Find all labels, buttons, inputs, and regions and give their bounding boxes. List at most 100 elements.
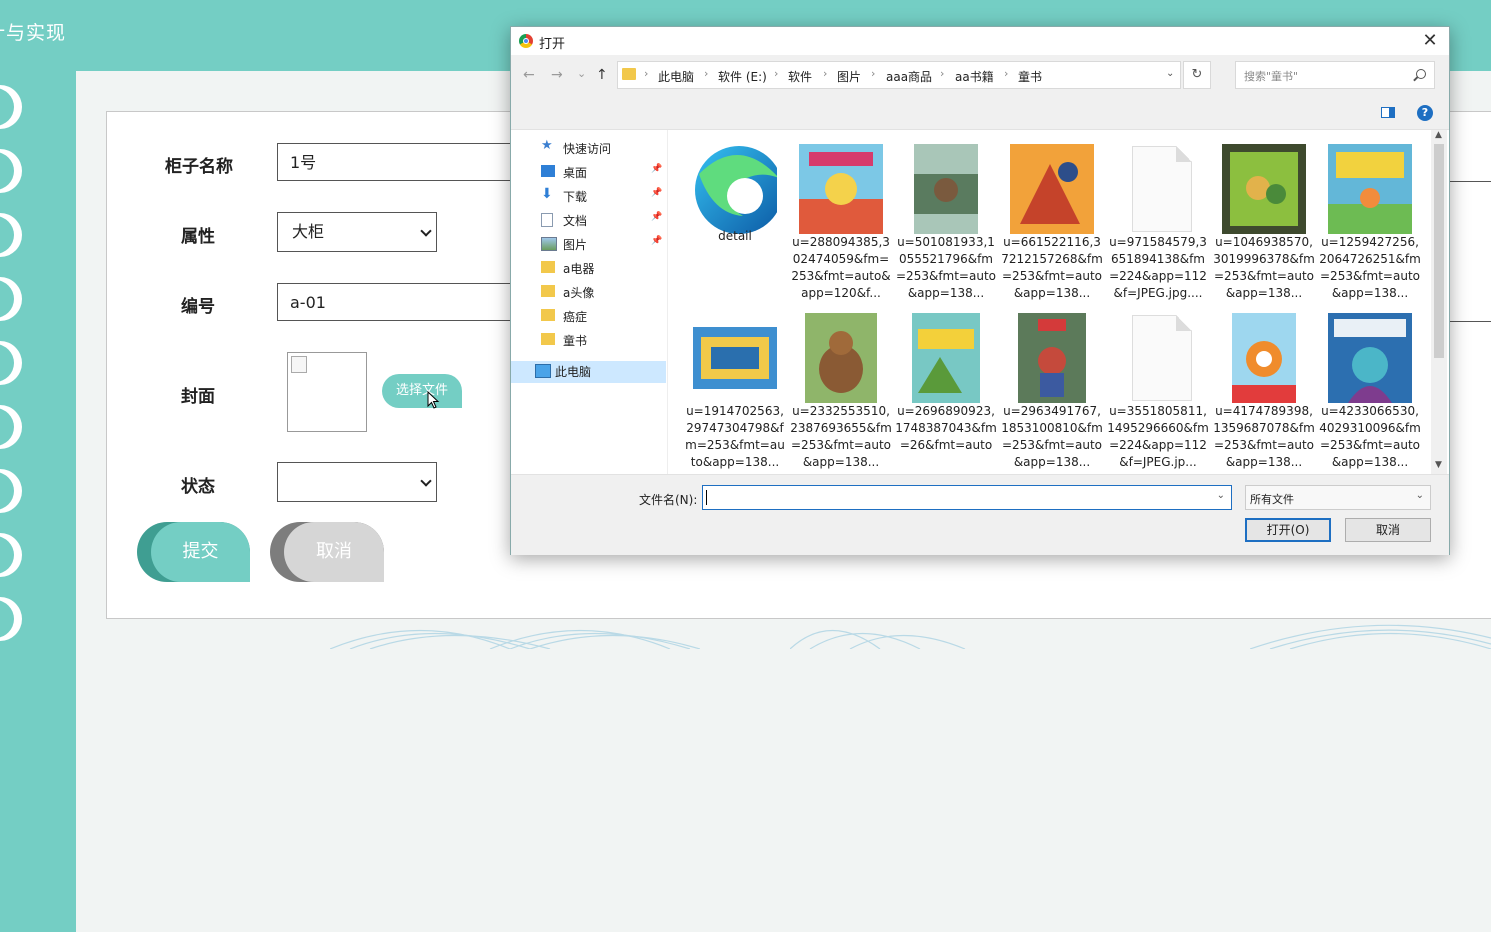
chevron-down-icon[interactable]: ⌄ [1217, 490, 1225, 501]
file-item[interactable]: u=4233066530,4029310096&fm=253&fmt=auto&… [1318, 303, 1422, 469]
sidebar-tab[interactable] [0, 213, 22, 257]
file-grid: detail u=288094385,302474059&fm=253&fmt=… [679, 130, 1431, 474]
text-caret [706, 490, 707, 505]
file-name: u=3551805811,1495296660&fm=224&app=112&f… [1107, 404, 1209, 469]
chevron-down-icon: ⌄ [1415, 490, 1424, 501]
folder-icon [541, 261, 555, 273]
number-label: 编号 [181, 297, 215, 317]
breadcrumb-item[interactable]: 软件 [788, 68, 812, 85]
scrollbar-thumb[interactable] [1434, 144, 1444, 358]
file-name: u=4174789398,1359687078&fm=253&fmt=auto&… [1213, 404, 1315, 469]
decorative-wave [330, 629, 700, 649]
breadcrumb-item[interactable]: aa书籍 [955, 68, 994, 85]
preview-pane-icon[interactable] [1381, 107, 1395, 118]
book-cover-thumbnail [1328, 144, 1412, 234]
file-item[interactable]: u=2332553510,2387693655&fm=253&fmt=auto&… [789, 303, 893, 469]
scroll-up-icon[interactable]: ▲ [1435, 130, 1442, 140]
file-item[interactable]: u=1259427256,2064726251&fm=253&fmt=auto&… [1318, 134, 1422, 300]
computer-icon [535, 364, 551, 378]
file-item[interactable]: u=2696890923,1748387043&fm=26&fmt=auto [894, 303, 998, 469]
file-name: u=971584579,3651894138&fm=224&app=112&f=… [1109, 235, 1207, 300]
cover-preview [287, 352, 367, 432]
search-placeholder: 搜索"童书" [1244, 70, 1299, 83]
file-name: u=2696890923,1748387043&fm=26&fmt=auto [895, 404, 997, 452]
forward-arrow-icon[interactable]: → [551, 67, 563, 83]
submit-button[interactable]: 提交 [137, 522, 250, 582]
file-item[interactable]: u=1046938570,3019996378&fm=253&fmt=auto&… [1212, 134, 1316, 300]
breadcrumb-item[interactable]: 此电脑 [658, 68, 694, 85]
desktop-icon [541, 165, 555, 177]
book-cover-thumbnail [912, 313, 980, 403]
decorative-wave [790, 630, 966, 649]
book-cover-thumbnail [693, 327, 777, 389]
nav-item-this-pc[interactable]: 此电脑 [511, 361, 666, 383]
file-item[interactable]: u=501081933,1055521796&fm=253&fmt=auto&a… [894, 134, 998, 300]
book-cover-thumbnail [914, 144, 978, 234]
choose-file-button[interactable]: 选择文件 [382, 374, 462, 408]
vertical-scrollbar[interactable]: ▲ ▼ [1431, 130, 1447, 474]
mouse-cursor-icon [427, 391, 440, 409]
sidebar-tab[interactable] [0, 277, 22, 321]
scroll-down-icon[interactable]: ▼ [1435, 460, 1442, 470]
sidebar-tab[interactable] [0, 469, 22, 513]
cabinet-name-input[interactable]: 1号 [277, 143, 517, 181]
file-item[interactable]: u=3551805811,1495296660&fm=224&app=112&f… [1106, 303, 1210, 469]
cancel-button[interactable]: 取消 [270, 522, 384, 582]
pin-icon: 📌 [651, 212, 663, 222]
nav-item-label: a头像 [563, 286, 595, 300]
file-type-select[interactable]: 所有文件 ⌄ [1245, 485, 1431, 510]
sidebar-tab[interactable] [0, 597, 22, 641]
search-icon [1416, 69, 1426, 79]
close-icon[interactable]: ✕ [1419, 30, 1441, 52]
attribute-select[interactable]: 大柜 [277, 212, 437, 252]
file-item[interactable]: u=4174789398,1359687078&fm=253&fmt=auto&… [1212, 303, 1316, 469]
chrome-icon [519, 34, 533, 48]
file-item[interactable]: u=1914702563,29747304798&fm=253&fmt=auto… [683, 303, 787, 469]
sidebar-tab[interactable] [0, 533, 22, 577]
help-icon[interactable]: ? [1417, 105, 1433, 121]
attribute-select-value: 大柜 [292, 222, 325, 241]
sidebar-tab[interactable] [0, 341, 22, 385]
breadcrumb-separator-icon: › [823, 67, 828, 80]
address-bar[interactable]: › 此电脑 › 软件 (E:) › 软件 › 图片 › aaa商品 › aa书籍… [617, 61, 1181, 89]
breadcrumb-separator-icon: › [774, 67, 779, 80]
nav-item-label: 文档 [563, 214, 588, 228]
sidebar-tab[interactable] [0, 149, 22, 193]
breadcrumb-item[interactable]: 童书 [1018, 68, 1042, 85]
file-item[interactable]: u=2963491767,1853100810&fm=253&fmt=auto&… [1000, 303, 1104, 469]
number-input[interactable]: a-01 [277, 283, 517, 321]
dialog-cancel-button[interactable]: 取消 [1345, 518, 1431, 542]
sidebar-tab[interactable] [0, 405, 22, 449]
open-button[interactable]: 打开(O) [1245, 518, 1331, 542]
refresh-button[interactable]: ↻ [1183, 61, 1211, 89]
breadcrumb-item[interactable]: 软件 (E:) [718, 68, 767, 85]
file-name: u=2332553510,2387693655&fm=253&fmt=auto&… [790, 404, 892, 469]
pin-icon: 📌 [651, 164, 663, 174]
file-item[interactable]: u=288094385,302474059&fm=253&fmt=auto&ap… [789, 134, 893, 300]
file-item[interactable]: u=971584579,3651894138&fm=224&app=112&f=… [1106, 134, 1210, 300]
file-item[interactable]: u=661522116,37212157268&fm=253&fmt=auto&… [1000, 134, 1104, 300]
filename-input[interactable]: ⌄ [702, 485, 1232, 510]
breadcrumb-item[interactable]: 图片 [837, 68, 861, 85]
up-arrow-icon[interactable]: ↑ [596, 67, 608, 83]
attribute-label: 属性 [181, 227, 215, 247]
back-arrow-icon[interactable]: ← [523, 67, 535, 83]
status-select[interactable] [277, 462, 437, 502]
dialog-title: 打开 [539, 37, 566, 52]
file-name: u=501081933,1055521796&fm=253&fmt=auto&a… [896, 235, 996, 300]
chevron-down-icon [420, 475, 432, 487]
breadcrumb-separator-icon: › [704, 67, 709, 80]
nav-item-label: 桌面 [563, 166, 588, 180]
sidebar-tab[interactable] [0, 85, 22, 129]
search-input[interactable]: 搜索"童书" [1235, 61, 1435, 89]
file-type-value: 所有文件 [1250, 493, 1294, 506]
book-cover-thumbnail [1328, 313, 1412, 403]
dialog-title-bar: 打开 ✕ [511, 27, 1449, 55]
recent-locations-icon[interactable]: ⌄ [577, 67, 586, 80]
file-item[interactable]: detail [683, 134, 787, 300]
nav-item-label: 快速访问 [563, 142, 612, 156]
document-icon [541, 213, 553, 227]
breadcrumb-item[interactable]: aaa商品 [886, 68, 932, 85]
folder-icon [622, 68, 636, 80]
chevron-down-icon[interactable]: ⌄ [1166, 68, 1174, 79]
